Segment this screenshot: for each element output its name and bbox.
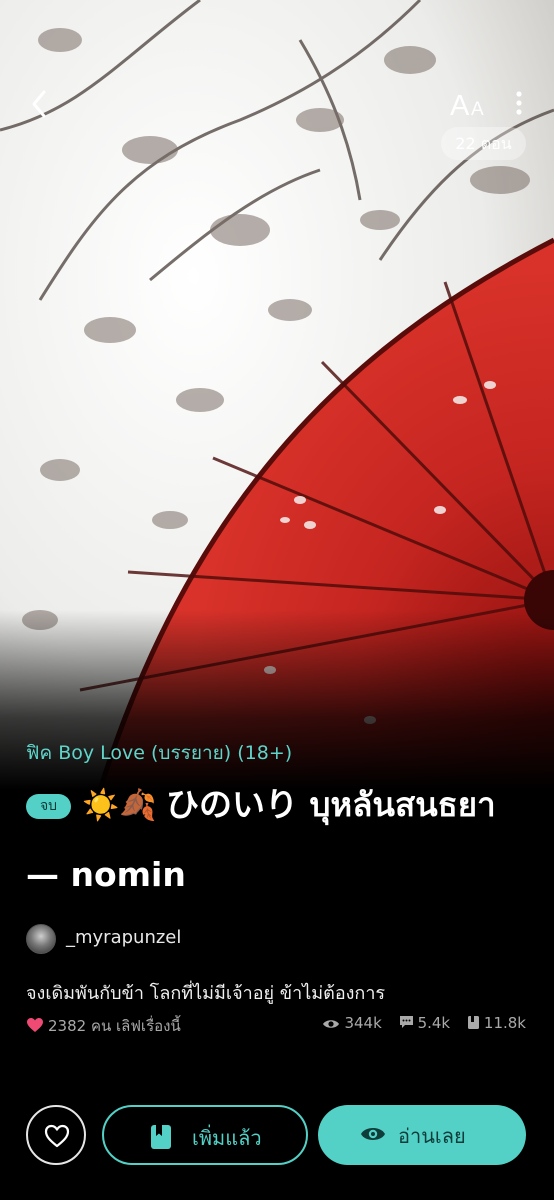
heart-outline-icon — [44, 1124, 70, 1148]
views-stat: 344k — [322, 1014, 382, 1032]
story-tagline: จงเดิมพันกับข้า โลกที่ไม่มีเจ้าอยู่ ข้าไ… — [26, 983, 386, 1004]
read-now-button[interactable]: อ่านเลย — [318, 1105, 526, 1165]
chapter-count-badge[interactable]: 22 ตอน — [441, 127, 526, 160]
added-label: เพิ่มแล้ว — [192, 1126, 262, 1150]
bookmark-book-icon — [151, 1125, 171, 1149]
comments-count: 5.4k — [417, 1014, 451, 1032]
comment-icon — [399, 1016, 413, 1028]
author-name: _myrapunzel — [66, 927, 182, 948]
font-size-icon: A A — [450, 90, 484, 122]
book-icon — [467, 1016, 479, 1029]
eye-icon — [323, 1020, 340, 1028]
more-options-button[interactable] — [505, 84, 533, 124]
likes-text: 2382 คน เลิฟเรื่องนี้ — [48, 1017, 181, 1035]
read-label: อ่านเลย — [398, 1124, 466, 1148]
views-count: 344k — [344, 1014, 382, 1032]
completed-badge: จบ — [26, 794, 71, 819]
title-line-1: ひのいり บุหลันสนธยา — [166, 785, 496, 824]
title-line-2: — nomin — [26, 855, 186, 894]
font-size-button[interactable]: A A — [448, 84, 490, 124]
genre-label[interactable]: ฟิค Boy Love (บรรยาย) (18+) — [26, 738, 292, 768]
back-button[interactable] — [22, 84, 58, 124]
saves-stat: 11.8k — [467, 1014, 526, 1032]
story-stats: 344k 5.4k 11.8k — [310, 1014, 526, 1032]
chevron-left-icon — [32, 90, 46, 118]
favorite-button[interactable] — [26, 1105, 86, 1165]
comments-stat: 5.4k — [399, 1014, 451, 1032]
eye-icon — [361, 1128, 385, 1140]
svg-text:A: A — [450, 90, 470, 122]
heart-icon — [27, 1018, 43, 1032]
svg-text:A: A — [471, 99, 484, 120]
likes-count: 2382 คน เลิฟเรื่องนี้ — [26, 1014, 181, 1038]
title-emoji: ☀️🍂 — [82, 788, 157, 823]
vertical-dots-icon — [516, 91, 522, 115]
saves-count: 11.8k — [483, 1014, 526, 1032]
author-avatar — [26, 924, 56, 954]
added-to-library-button[interactable]: เพิ่มแล้ว — [102, 1105, 308, 1165]
